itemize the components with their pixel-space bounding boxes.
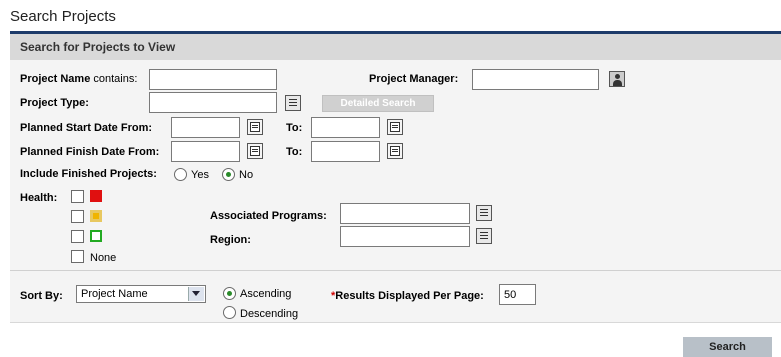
page-title: Search Projects xyxy=(10,8,116,25)
health-yellow-checkbox[interactable] xyxy=(71,210,84,223)
project-manager-label: Project Manager: xyxy=(369,73,459,85)
detailed-search-button[interactable]: Detailed Search xyxy=(322,95,434,112)
planned-finish-to-input[interactable] xyxy=(311,141,380,162)
region-label: Region: xyxy=(210,234,251,246)
planned-finish-to-label: To: xyxy=(286,146,303,158)
planned-start-from-input[interactable] xyxy=(171,117,240,138)
health-green-indicator xyxy=(90,230,102,242)
sort-by-label: Sort By: xyxy=(20,290,63,302)
results-per-page-label-text: Results Displayed Per Page: xyxy=(335,290,484,302)
sort-descending-label: Descending xyxy=(240,308,299,320)
project-type-label: Project Type: xyxy=(20,97,89,109)
results-per-page-input[interactable] xyxy=(499,284,536,305)
planned-start-label: Planned Start Date From: xyxy=(20,122,153,134)
list-icon[interactable] xyxy=(476,228,492,244)
health-label: Health: xyxy=(20,192,58,204)
sort-by-select[interactable]: Project Name xyxy=(76,285,206,303)
region-input[interactable] xyxy=(340,226,470,247)
search-button[interactable]: Search xyxy=(683,337,772,357)
associated-programs-input[interactable] xyxy=(340,203,470,224)
sort-by-selected-value: Project Name xyxy=(81,288,148,300)
sort-descending-radio[interactable] xyxy=(223,306,236,319)
project-type-input[interactable] xyxy=(149,92,277,113)
section-divider xyxy=(10,270,781,271)
include-finished-no-label: No xyxy=(239,169,254,181)
include-finished-label: Include Finished Projects: xyxy=(20,168,157,180)
calendar-icon[interactable] xyxy=(247,143,263,159)
project-name-label: Project Name contains: xyxy=(20,72,137,86)
sort-ascending-label: Ascending xyxy=(240,288,292,300)
panel-header: Search for Projects to View xyxy=(10,34,781,60)
planned-finish-label: Planned Finish Date From: xyxy=(20,146,160,158)
associated-programs-label: Associated Programs: xyxy=(210,210,327,222)
calendar-icon[interactable] xyxy=(387,143,403,159)
list-icon[interactable] xyxy=(285,95,301,111)
list-icon[interactable] xyxy=(476,205,492,221)
planned-finish-from-input[interactable] xyxy=(171,141,240,162)
project-name-label-text: Project Name xyxy=(20,73,91,85)
health-none-label: None xyxy=(90,252,117,264)
health-red-indicator xyxy=(90,190,102,202)
results-per-page-label: *Results Displayed Per Page: xyxy=(331,289,484,303)
health-yellow-indicator xyxy=(90,210,102,222)
planned-start-to-label: To: xyxy=(286,122,303,134)
health-none-checkbox[interactable] xyxy=(71,250,84,263)
sort-ascending-radio[interactable] xyxy=(223,287,236,300)
project-name-input[interactable] xyxy=(149,69,277,90)
include-finished-no-radio[interactable] xyxy=(222,168,235,181)
health-green-checkbox[interactable] xyxy=(71,230,84,243)
project-name-label-suffix: contains: xyxy=(93,73,138,85)
calendar-icon[interactable] xyxy=(387,119,403,135)
panel-header-title: Search for Projects to View xyxy=(20,40,176,54)
person-icon[interactable] xyxy=(609,71,625,87)
health-red-checkbox[interactable] xyxy=(71,190,84,203)
calendar-icon[interactable] xyxy=(247,119,263,135)
include-finished-yes-radio[interactable] xyxy=(174,168,187,181)
project-manager-input[interactable] xyxy=(472,69,599,90)
include-finished-yes-label: Yes xyxy=(191,169,209,181)
planned-start-to-input[interactable] xyxy=(311,117,380,138)
chevron-down-icon[interactable] xyxy=(188,287,204,301)
